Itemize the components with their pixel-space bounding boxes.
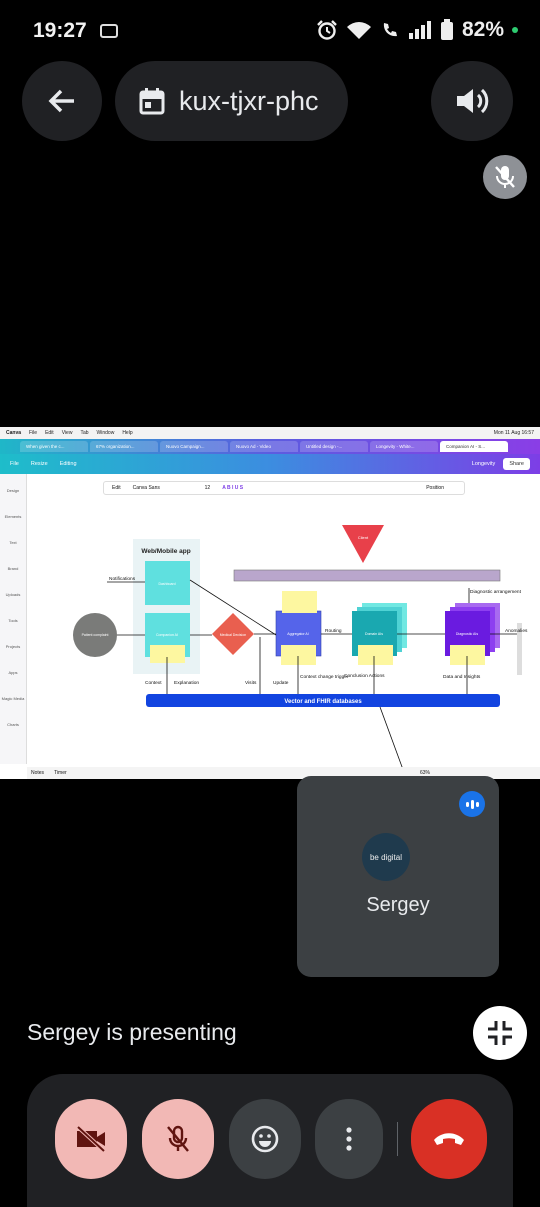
visits-label: Visits <box>245 680 257 686</box>
mic-toggle-button[interactable] <box>142 1099 214 1179</box>
wifi-call-icon <box>383 23 397 37</box>
app-title: Web/Mobile app <box>141 548 190 555</box>
sticky-note <box>281 645 316 665</box>
conclusion-label: Conclusion Actions <box>344 673 385 679</box>
diag-arrangement-label: Diagnostic arrangement <box>470 589 522 595</box>
architecture-diagram: Web/Mobile app Client Dashboard Companio… <box>73 525 528 776</box>
client-label: Client <box>358 535 369 540</box>
data-insights-label: Data and Insights <box>443 674 481 680</box>
participant-muted-badge <box>483 155 527 199</box>
wifi-icon <box>346 22 371 39</box>
client-triangle <box>342 525 384 563</box>
database-label: Vector and FHIR databases <box>284 699 362 705</box>
avatar: be digital <box>362 833 410 881</box>
meeting-info-button[interactable]: kux-tjxr-phc <box>115 61 348 141</box>
status-bar: 19:27 82% <box>0 0 540 60</box>
anomalies-label: Anomalies <box>505 628 528 634</box>
aggregator-label: Aggregator AI <box>287 632 308 636</box>
footer-notes: Notes <box>31 770 45 776</box>
call-controls <box>27 1074 513 1207</box>
minimize-button[interactable] <box>473 1006 527 1060</box>
battery-percent: 82% <box>461 18 504 41</box>
speaker-icon <box>457 88 489 114</box>
arrow-left-icon <box>48 89 74 113</box>
emoji-icon <box>251 1125 279 1153</box>
speaking-indicator-icon <box>459 791 485 817</box>
mic-off-icon <box>495 166 515 188</box>
footer-timer: Timer <box>54 770 67 776</box>
patient-label: Patient complaint <box>82 633 109 637</box>
alarm-icon <box>317 20 337 40</box>
camera-toggle-button[interactable] <box>55 1099 127 1179</box>
selected-text-box <box>233 569 501 582</box>
participant-name: Sergey <box>366 894 430 916</box>
routing-label: Routing <box>325 628 342 634</box>
shared-screen: Canva File Edit View Tab Window Help Mon… <box>0 427 540 779</box>
video-off-icon <box>76 1125 106 1153</box>
domain-label: Domain AIs <box>365 632 383 636</box>
context-label: Context <box>145 680 162 686</box>
presenting-status: Sergey is presenting <box>27 1019 237 1045</box>
sticky-note <box>450 645 485 665</box>
audio-output-button[interactable] <box>431 61 513 141</box>
update-label: Update <box>273 680 289 686</box>
explanation-label: Explanation <box>174 680 199 686</box>
sticky-note <box>358 645 393 665</box>
controls-divider <box>397 1122 398 1156</box>
reactions-button[interactable] <box>229 1099 301 1179</box>
hang-up-icon <box>434 1133 464 1145</box>
battery-icon <box>440 19 453 40</box>
participant-tile[interactable]: be digital Sergey <box>297 776 499 977</box>
notifications-label: Notifications <box>109 576 136 582</box>
end-call-button[interactable] <box>411 1099 487 1179</box>
sticky-note <box>150 645 185 663</box>
diagnostic-label: Diagnostic AIs <box>456 632 478 636</box>
meeting-code: kux-tjxr-phc <box>179 85 319 116</box>
dashboard-label: Dashboard <box>158 582 175 586</box>
meet-top-bar: kux-tjxr-phc <box>0 61 540 143</box>
signal-icon <box>408 21 431 39</box>
back-button[interactable] <box>22 61 102 141</box>
context-trigger-label: Context change trigger <box>300 674 349 680</box>
more-vert-icon <box>346 1127 352 1151</box>
companion-label: Companion AI <box>156 633 178 637</box>
collapse-icon <box>488 1021 512 1045</box>
privacy-indicator-dot <box>512 27 518 33</box>
mic-off-icon <box>167 1125 189 1152</box>
sticky-note <box>282 591 317 613</box>
calendar-icon <box>139 88 165 115</box>
decision-label: Medical Decision <box>220 633 247 637</box>
more-options-button[interactable] <box>315 1099 383 1179</box>
clock: 19:27 <box>33 19 87 42</box>
cast-icon <box>100 24 118 38</box>
